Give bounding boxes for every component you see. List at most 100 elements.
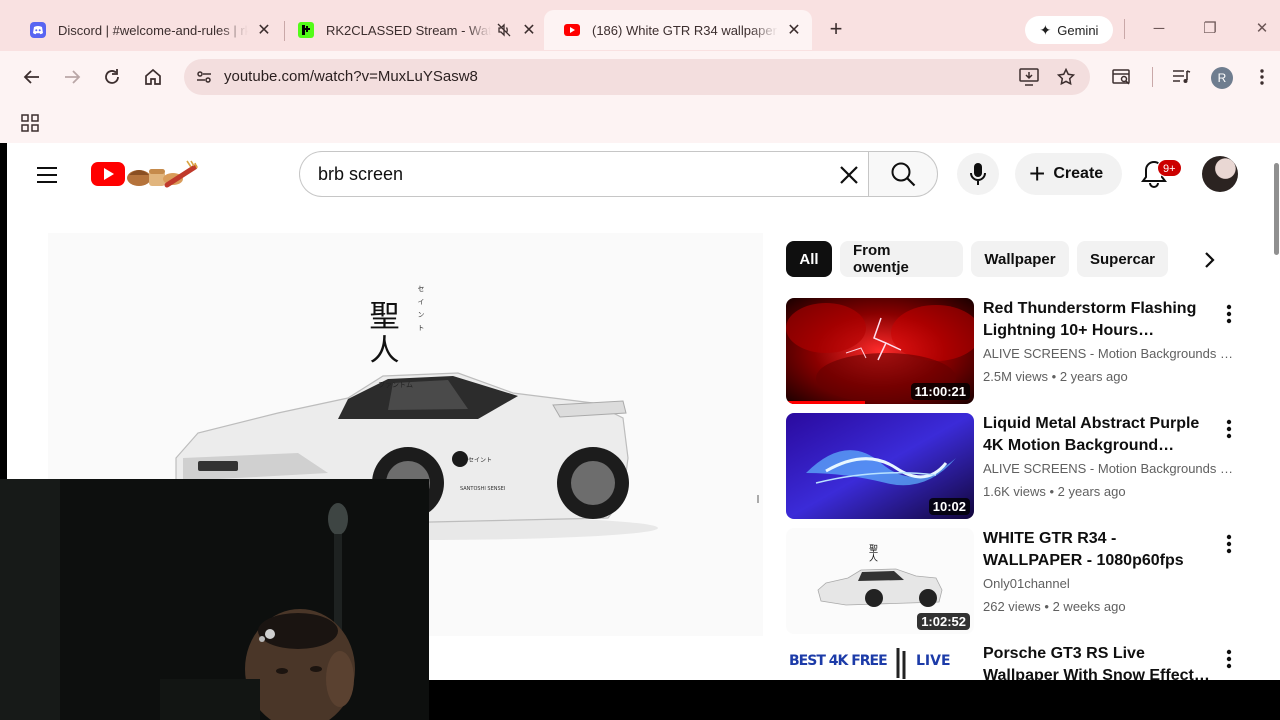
chips-next-button[interactable] xyxy=(1197,247,1223,273)
reload-icon xyxy=(105,69,119,84)
chip-wallpaper[interactable]: Wallpaper xyxy=(971,241,1069,277)
arrow-left-icon xyxy=(23,70,39,84)
window-close-button[interactable]: ✕ xyxy=(1250,17,1274,41)
address-bar[interactable]: youtube.com/watch?v=MuxLuYSasw8 xyxy=(184,59,1090,95)
thumb-kanji: 聖人 xyxy=(867,544,878,562)
video-options-button[interactable] xyxy=(1220,417,1238,441)
site-info-icon[interactable] xyxy=(192,65,216,89)
kebab-menu-icon xyxy=(1226,649,1232,669)
url-path: /watch?v=MuxLuYSasw8 xyxy=(309,68,478,85)
upload-age: 2 years ago xyxy=(1059,369,1128,384)
webcam-overlay xyxy=(0,479,429,720)
media-controls-button[interactable] xyxy=(1169,64,1195,90)
car-side-text: SANTOSHI SENSEI xyxy=(460,486,505,492)
close-icon[interactable]: ✕ xyxy=(786,20,802,40)
microphone-icon xyxy=(970,163,986,185)
recommended-video[interactable]: 10:02 Liquid Metal Abstract Purple 4K Mo… xyxy=(786,413,1246,519)
video-duration: 1:02:52 xyxy=(917,613,970,630)
view-count: 2.5M views xyxy=(983,369,1049,384)
tab-discord[interactable]: Discord | #welcome-and-rules | rk2 ✕ xyxy=(10,11,282,49)
recommended-video[interactable]: 聖人 1:02:52 WHITE GTR R34 - WALLPAPER - 1… xyxy=(786,528,1246,634)
bottom-letterbox xyxy=(429,680,1280,720)
gemini-sparkle-icon: ✦ xyxy=(1039,21,1052,38)
search-button[interactable] xyxy=(868,151,938,197)
page-scrollbar[interactable] xyxy=(1273,143,1280,680)
video-title[interactable]: Red Thunderstorm Flashing Lightning 10+ … xyxy=(983,298,1213,342)
new-tab-button[interactable]: + xyxy=(826,18,846,40)
video-meta: 1.6K views • 2 years ago xyxy=(983,484,1126,499)
clear-search-button[interactable] xyxy=(835,161,863,189)
video-title[interactable]: WHITE GTR R34 - WALLPAPER - 1080p60fps xyxy=(983,528,1213,572)
youtube-logo[interactable] xyxy=(91,157,205,191)
minimize-button[interactable]: ─ xyxy=(1147,17,1171,41)
video-duration: 11:00:21 xyxy=(910,383,970,400)
apps-button[interactable] xyxy=(17,110,43,136)
chip-all[interactable]: All xyxy=(786,241,832,277)
scrollbar-thumb[interactable] xyxy=(1274,163,1279,255)
close-icon[interactable]: ✕ xyxy=(256,20,272,40)
url-host: youtube.com xyxy=(224,68,310,85)
video-title[interactable]: Porsche GT3 RS Live Wallpaper With Snow … xyxy=(983,643,1213,680)
account-avatar[interactable] xyxy=(1202,156,1238,192)
video-thumbnail[interactable]: 聖人 1:02:52 xyxy=(786,528,974,634)
install-app-icon[interactable] xyxy=(1018,66,1040,88)
back-button[interactable] xyxy=(19,64,45,90)
channel-name[interactable]: ALIVE SCREENS - Motion Backgrounds a... xyxy=(983,461,1238,476)
profile-avatar[interactable]: R xyxy=(1211,67,1233,89)
video-title[interactable]: Liquid Metal Abstract Purple 4K Motion B… xyxy=(983,413,1213,457)
video-thumbnail[interactable]: BEST 4K FREE LIVE xyxy=(786,643,974,680)
home-button[interactable] xyxy=(140,64,166,90)
tab-kick-stream[interactable]: RK2CLASSED Stream - Watch Live ✕ xyxy=(278,11,550,49)
car-door-text: セイント xyxy=(468,457,492,464)
restore-button[interactable]: ❐ xyxy=(1198,17,1222,41)
playlist-icon xyxy=(1173,70,1191,83)
video-duration: 10:02 xyxy=(928,498,970,515)
porsche-thumbnail-image: BEST 4K FREE LIVE xyxy=(786,643,974,680)
toolbar-separator xyxy=(1152,67,1153,87)
kebab-menu-icon xyxy=(1226,419,1232,439)
watch-progress-bar xyxy=(786,401,865,404)
bookmark-star-icon[interactable] xyxy=(1055,66,1077,88)
notification-count-badge: 9+ xyxy=(1157,159,1182,177)
arrow-right-icon xyxy=(65,70,81,84)
video-options-button[interactable] xyxy=(1220,647,1238,671)
close-icon[interactable]: ✕ xyxy=(521,20,537,40)
chip-from-owentje[interactable]: From owentje xyxy=(840,241,963,277)
apps-grid-icon xyxy=(21,114,39,132)
video-options-button[interactable] xyxy=(1220,302,1238,326)
tab-search-button[interactable] xyxy=(1109,64,1135,90)
toolbar-separator xyxy=(1124,19,1125,39)
reload-button[interactable] xyxy=(99,64,125,90)
tab-strip: Discord | #welcome-and-rules | rk2 ✕ RK2… xyxy=(0,7,1280,51)
voice-search-button[interactable] xyxy=(957,153,999,195)
search-icon xyxy=(891,162,916,187)
browser-menu-button[interactable] xyxy=(1249,64,1275,90)
video-thumbnail[interactable]: 10:02 xyxy=(786,413,974,519)
video-thumbnail[interactable]: 11:00:21 xyxy=(786,298,974,404)
recommended-video[interactable]: BEST 4K FREE LIVE Porsche GT3 RS Live Wa… xyxy=(786,643,1246,680)
tab-title: (186) White GTR R34 wallpaper - YouTube xyxy=(592,22,778,38)
channel-name[interactable]: ALIVE SCREENS - Motion Backgrounds a... xyxy=(983,346,1238,361)
video-options-button[interactable] xyxy=(1220,532,1238,556)
youtube-icon xyxy=(564,24,580,36)
gemini-button[interactable]: ✦ Gemini xyxy=(1025,16,1113,44)
bookmarks-bar xyxy=(0,103,1280,143)
channel-name[interactable]: Only01channel xyxy=(983,576,1238,591)
url-text: youtube.com/watch?v=MuxLuYSasw8 xyxy=(224,68,478,85)
muted-speaker-icon[interactable] xyxy=(497,23,513,37)
tab-title: RK2CLASSED Stream - Watch Live xyxy=(326,22,491,38)
kebab-menu-icon xyxy=(1260,69,1264,85)
forward-button[interactable] xyxy=(59,64,85,90)
kick-icon xyxy=(298,22,314,38)
video-meta: 262 views • 2 weeks ago xyxy=(983,599,1126,614)
video-meta: 2.5M views • 2 years ago xyxy=(983,369,1128,384)
kebab-menu-icon xyxy=(1226,304,1232,324)
hamburger-menu-button[interactable] xyxy=(35,163,59,187)
chevron-right-icon xyxy=(1205,252,1215,268)
upload-age: 2 years ago xyxy=(1057,484,1126,499)
search-input[interactable]: brb screen xyxy=(299,151,868,197)
tab-youtube[interactable]: (186) White GTR R34 wallpaper - YouTube … xyxy=(544,10,812,50)
create-button[interactable]: + Create xyxy=(1015,153,1122,195)
recommended-video[interactable]: 11:00:21 Red Thunderstorm Flashing Light… xyxy=(786,298,1246,404)
chip-supercar[interactable]: Supercar xyxy=(1077,241,1168,277)
